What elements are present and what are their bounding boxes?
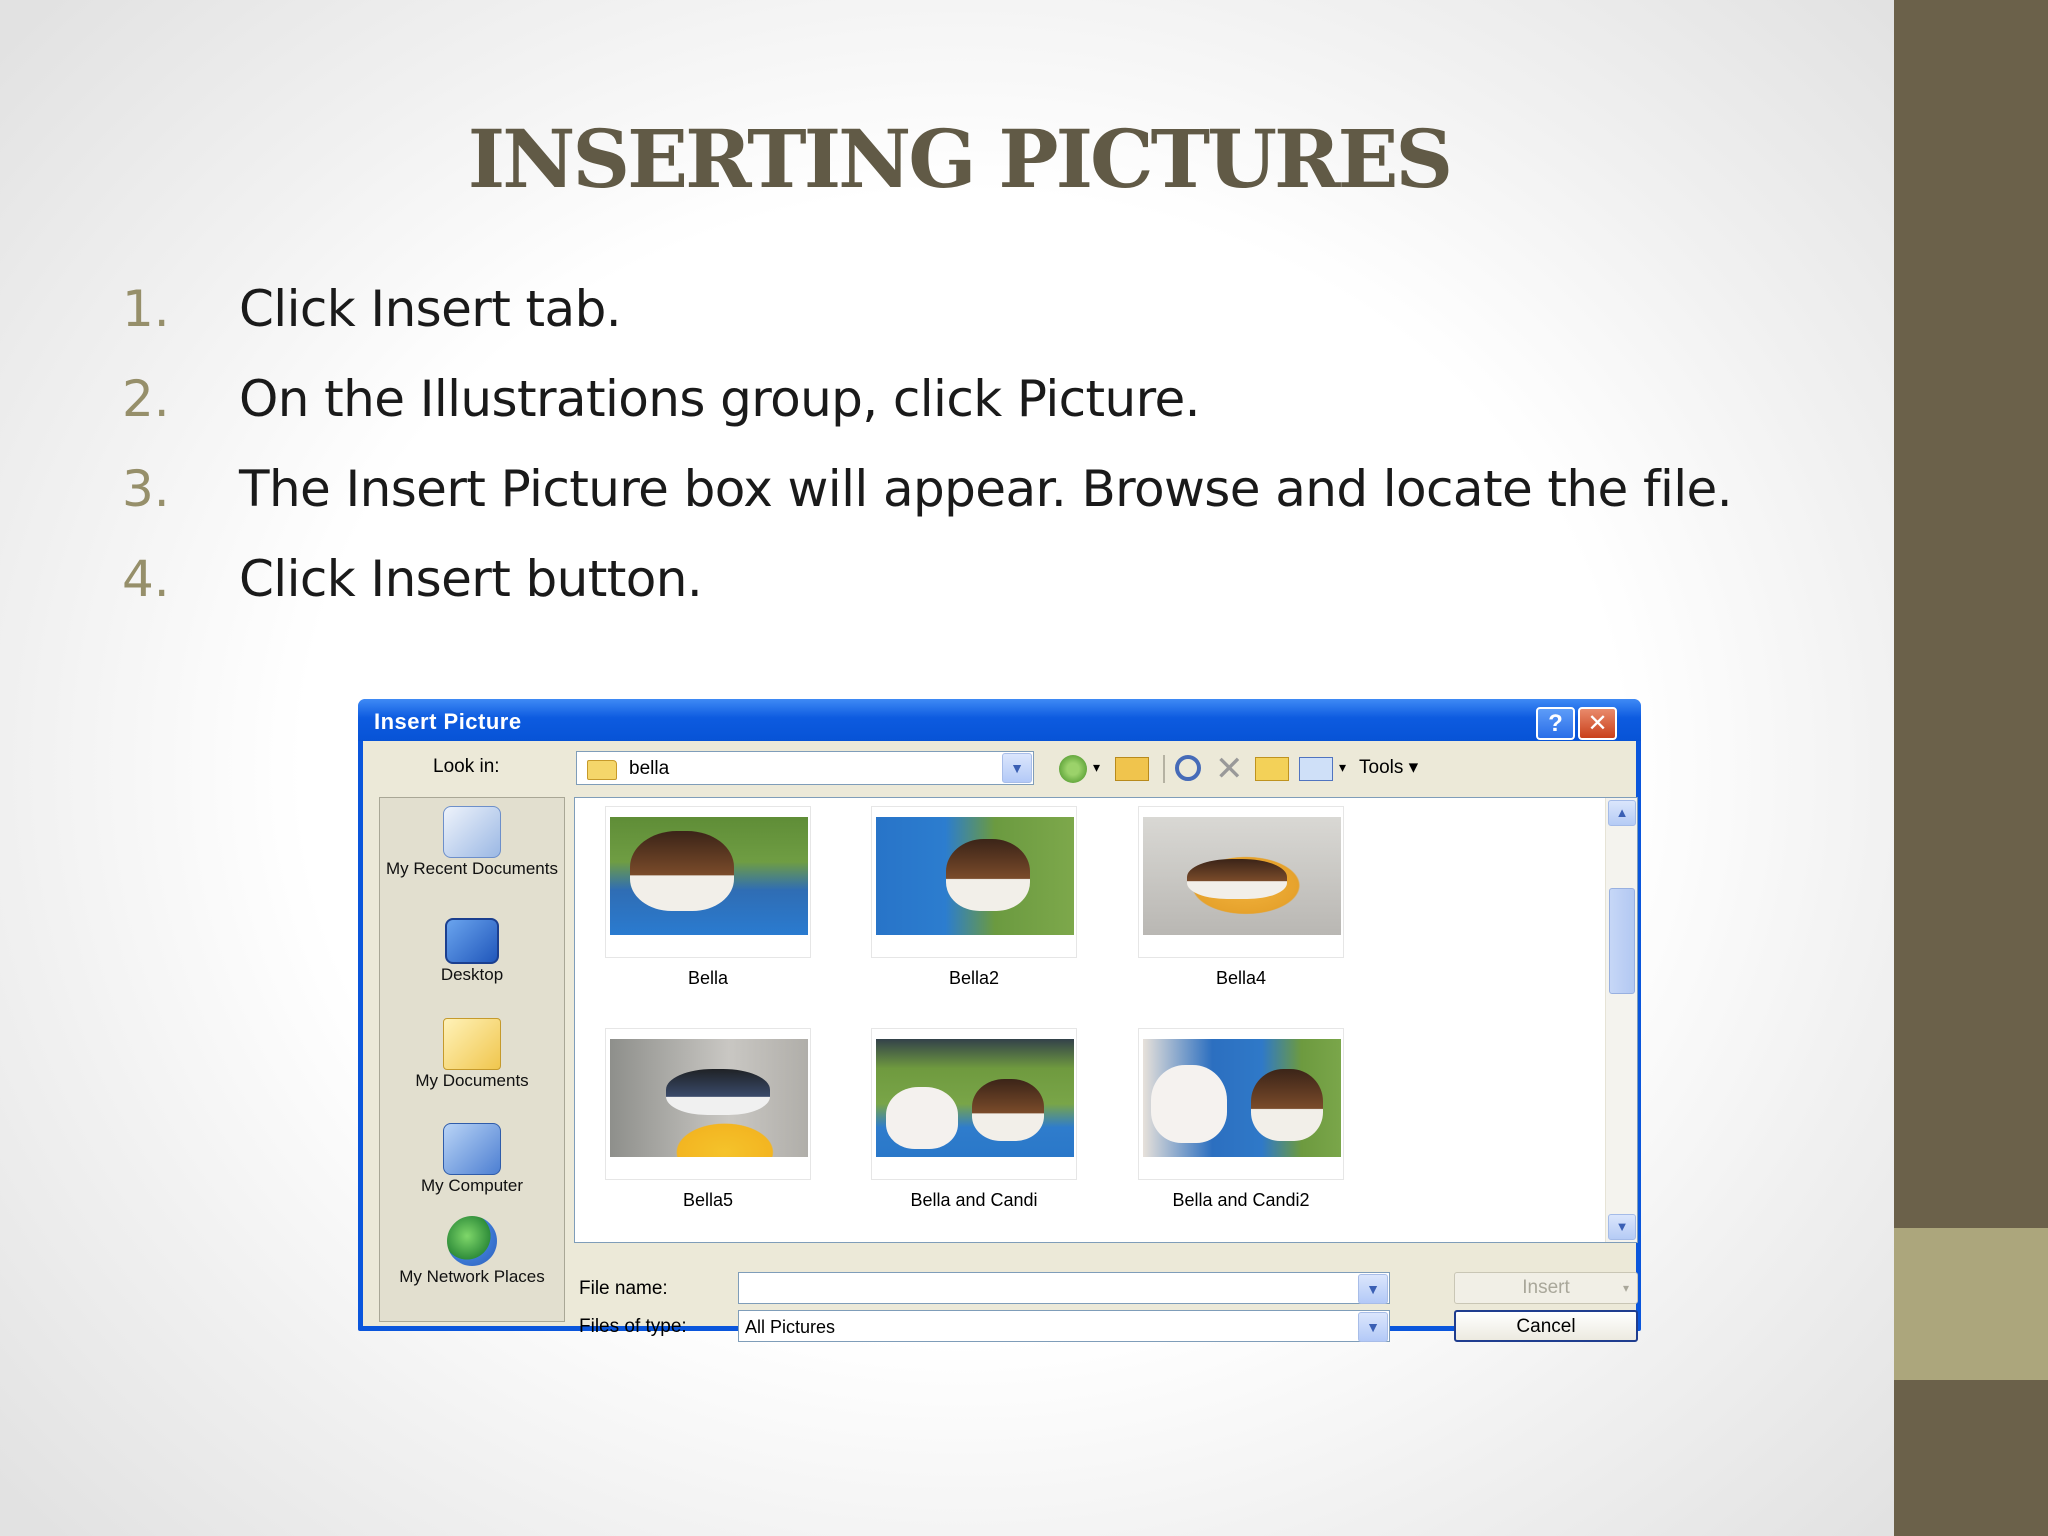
step-text: Click Insert tab. <box>239 280 622 338</box>
steps-list: 1. Click Insert tab. 2. On the Illustrat… <box>122 280 1882 640</box>
file-name-label: File name: <box>579 1278 668 1299</box>
scrollbar-thumb[interactable] <box>1609 888 1635 994</box>
place-label: My Recent Documents <box>386 859 558 878</box>
file-name[interactable]: Bella and Candi2 <box>1138 1190 1344 1211</box>
my-documents-icon <box>443 1018 501 1070</box>
place-label: My Network Places <box>399 1267 545 1286</box>
file-thumbnail[interactable] <box>871 1028 1077 1180</box>
dog-shape <box>630 831 734 911</box>
thumbnail-image <box>876 817 1074 935</box>
back-dropdown-icon[interactable]: ▾ <box>1093 759 1100 783</box>
files-of-type-label: Files of type: <box>579 1316 687 1337</box>
thumbnail-image <box>610 1039 808 1157</box>
folder-icon <box>587 760 617 780</box>
file-name-field[interactable]: ▼ <box>738 1272 1390 1304</box>
file-list: Bella Bella2 Bella4 Bella5 Bella and Can… <box>574 797 1638 1243</box>
look-in-combo[interactable]: bella ▼ <box>576 751 1034 785</box>
recent-documents-icon <box>443 806 501 858</box>
help-button[interactable]: ? <box>1536 707 1575 740</box>
toolbar-separator <box>1163 755 1165 783</box>
places-bar: My Recent Documents Desktop My Documents… <box>379 797 565 1322</box>
dog-shape <box>1251 1069 1323 1141</box>
back-icon[interactable] <box>1059 755 1087 783</box>
delete-icon[interactable]: ✕ <box>1215 749 1244 788</box>
scroll-up-icon[interactable]: ▲ <box>1608 800 1636 826</box>
up-folder-icon[interactable] <box>1115 757 1149 781</box>
dialog-titlebar[interactable]: Insert Picture ? ✕ <box>358 699 1641 741</box>
my-computer-icon <box>443 1123 501 1175</box>
file-thumbnail[interactable] <box>605 806 811 958</box>
insert-dropdown-icon[interactable]: ▾ <box>1623 1273 1629 1303</box>
new-folder-icon[interactable] <box>1255 757 1289 781</box>
step-number: 3. <box>122 460 170 518</box>
search-web-icon[interactable] <box>1175 755 1201 781</box>
dog-shape <box>946 839 1030 911</box>
close-button[interactable]: ✕ <box>1578 707 1617 740</box>
tools-menu[interactable]: Tools ▾ <box>1359 756 1418 779</box>
chevron-down-icon[interactable]: ▼ <box>1002 753 1032 783</box>
step-text: The Insert Picture box will appear. Brow… <box>239 460 1733 518</box>
dog-shape <box>666 1069 770 1115</box>
file-thumbnail[interactable] <box>1138 806 1344 958</box>
thumbnail-image <box>876 1039 1074 1157</box>
dialog-title: Insert Picture <box>374 709 522 734</box>
place-my-documents[interactable]: My Documents <box>380 1018 564 1091</box>
step-item: 2. On the Illustrations group, click Pic… <box>122 370 1882 460</box>
step-item: 4. Click Insert button. <box>122 550 1882 640</box>
step-number: 4. <box>122 550 170 608</box>
place-label: Desktop <box>440 965 504 984</box>
dog-shape <box>886 1087 958 1149</box>
slide-title: INSERTING PICTURES <box>467 112 1453 206</box>
file-thumbnail[interactable] <box>871 806 1077 958</box>
files-of-type-value: All Pictures <box>745 1317 836 1337</box>
place-label: My Documents <box>415 1071 529 1090</box>
dog-shape <box>1187 859 1287 899</box>
place-desktop[interactable]: Desktop <box>380 918 564 985</box>
insert-button[interactable]: Insert ▾ <box>1454 1272 1638 1304</box>
file-name[interactable]: Bella <box>605 968 811 989</box>
slide-side-accent <box>1894 1228 2048 1380</box>
file-name-input[interactable] <box>743 1274 1353 1302</box>
file-thumbnail[interactable] <box>605 1028 811 1180</box>
step-number: 1. <box>122 280 170 338</box>
dog-shape <box>1151 1065 1227 1143</box>
chevron-down-icon[interactable]: ▼ <box>1358 1312 1388 1342</box>
file-name[interactable]: Bella4 <box>1138 968 1344 989</box>
file-name[interactable]: Bella5 <box>605 1190 811 1211</box>
file-thumbnail[interactable] <box>1138 1028 1344 1180</box>
network-places-icon <box>447 1216 497 1266</box>
look-in-label: Look in: <box>433 756 500 777</box>
file-name[interactable]: Bella and Candi <box>871 1190 1077 1211</box>
thumbnail-image <box>1143 817 1341 935</box>
step-item: 1. Click Insert tab. <box>122 280 1882 370</box>
views-dropdown-icon[interactable]: ▾ <box>1339 759 1346 783</box>
place-my-computer[interactable]: My Computer <box>380 1123 564 1196</box>
dialog-client-area: Look in: bella ▼ ▾ ✕ ▾ Tools ▾ My Recent… <box>363 741 1638 1342</box>
step-number: 2. <box>122 370 170 428</box>
look-in-value: bella <box>629 758 670 779</box>
chevron-down-icon[interactable]: ▼ <box>1358 1274 1388 1304</box>
views-icon[interactable] <box>1299 757 1333 781</box>
step-text: On the Illustrations group, click Pictur… <box>239 370 1201 428</box>
place-my-network-places[interactable]: My Network Places <box>380 1216 564 1287</box>
place-my-recent-documents[interactable]: My Recent Documents <box>380 806 564 879</box>
dog-shape <box>972 1079 1044 1141</box>
desktop-icon <box>445 918 499 964</box>
step-text: Click Insert button. <box>239 550 703 608</box>
step-item: 3. The Insert Picture box will appear. B… <box>122 460 1882 550</box>
file-name[interactable]: Bella2 <box>871 968 1077 989</box>
insert-button-label: Insert <box>1522 1277 1570 1298</box>
insert-picture-dialog: Insert Picture ? ✕ Look in: bella ▼ ▾ ✕ … <box>358 699 1641 1342</box>
place-label: My Computer <box>420 1176 524 1195</box>
thumbnail-image <box>610 817 808 935</box>
cancel-button[interactable]: Cancel <box>1454 1310 1638 1342</box>
thumbnail-image <box>1143 1039 1341 1157</box>
files-of-type-select[interactable]: All Pictures ▼ <box>738 1310 1390 1342</box>
scroll-down-icon[interactable]: ▼ <box>1608 1214 1636 1240</box>
vertical-scrollbar[interactable]: ▲ ▼ <box>1605 798 1637 1242</box>
